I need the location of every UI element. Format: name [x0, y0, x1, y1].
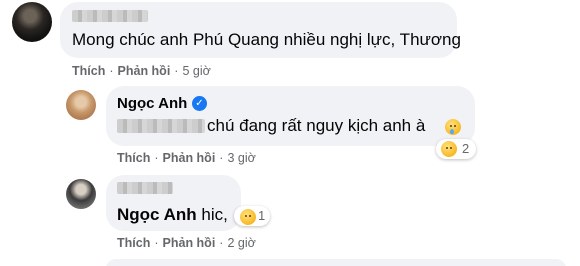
avatar[interactable]	[66, 90, 96, 120]
tear-icon	[450, 129, 454, 134]
comment-text: chú đang rất nguy kịch anh à	[207, 116, 426, 135]
like-link[interactable]: Thích	[72, 64, 105, 78]
avatar[interactable]	[12, 2, 52, 42]
blurred-author-name	[72, 10, 148, 22]
comment-bubble	[106, 259, 566, 266]
sad-reaction-icon	[441, 141, 457, 157]
comment-text: Mong chúc anh Phú Quang nhiều nghị lực, …	[72, 30, 461, 49]
sad-reaction-icon	[240, 209, 256, 225]
comment-actions: Thích · Phản hồi · 3 giờ	[117, 151, 256, 165]
like-link[interactable]: Thích	[117, 151, 150, 165]
comment-time[interactable]: 3 giờ	[227, 151, 255, 165]
avatar[interactable]	[66, 179, 96, 209]
like-link[interactable]: Thích	[117, 236, 150, 250]
reply-link[interactable]: Phản hồi	[163, 151, 216, 165]
comment-text: Ngọc Anh hic,	[117, 205, 228, 224]
comment-actions: Thích · Phản hồi · 5 giờ	[72, 64, 211, 78]
reply-link[interactable]: Phản hồi	[118, 64, 171, 78]
blurred-mention	[117, 119, 205, 133]
mention-link[interactable]: Ngọc Anh	[117, 205, 197, 224]
comment-time[interactable]: 2 giờ	[227, 236, 255, 250]
reply-link[interactable]: Phản hồi	[163, 236, 216, 250]
comment-actions: Thích · Phản hồi · 2 giờ	[117, 236, 256, 250]
verified-badge-icon: ✓	[192, 96, 207, 111]
blurred-author-name	[117, 182, 173, 194]
comment-time[interactable]: 5 giờ	[182, 64, 210, 78]
comment-author[interactable]: Ngọc Anh	[117, 95, 187, 112]
